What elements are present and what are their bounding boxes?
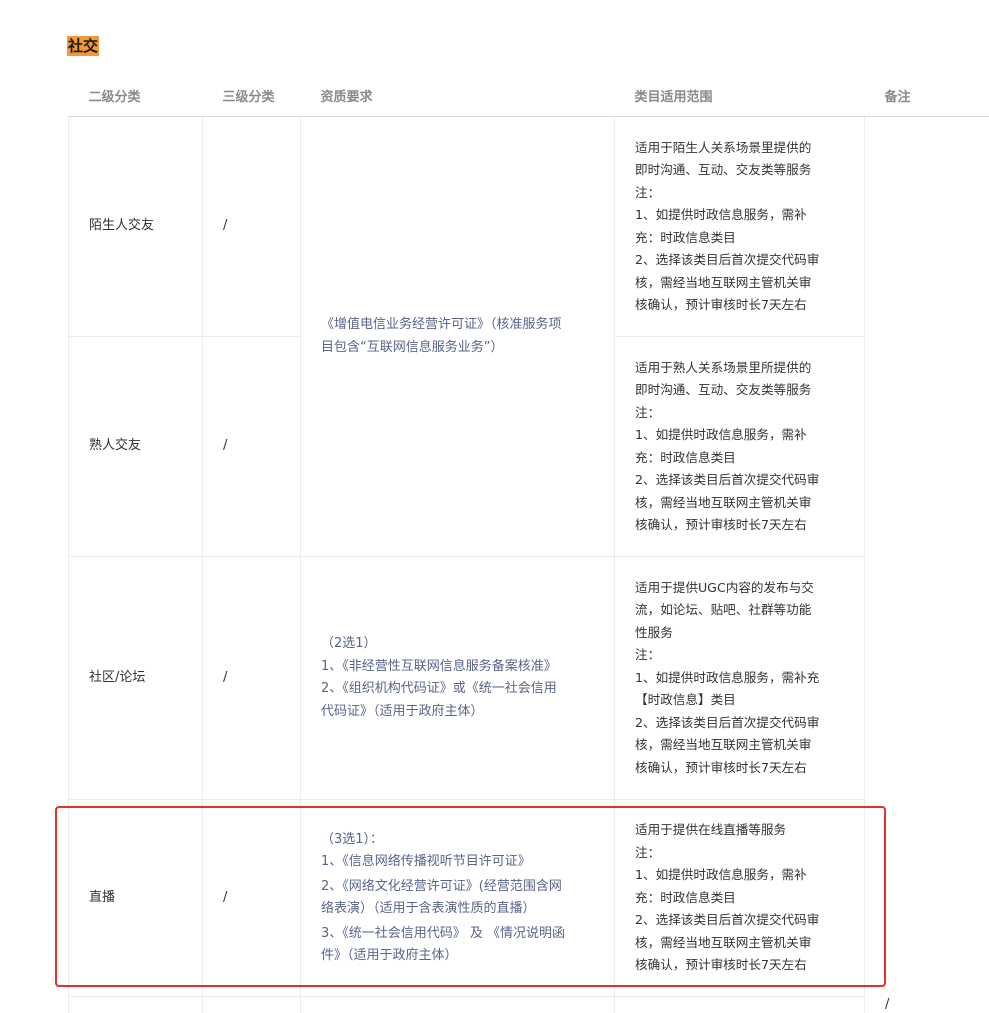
qualification-line: （3选1）： xyxy=(321,831,384,847)
scope-cell: 适用于提供UGC内容的发布与交 流，如论坛、贴吧、社群等功能 性服务 注： 1、… xyxy=(614,556,865,800)
header-level2-category: 二级分类 xyxy=(68,75,203,117)
scope-line: 适用于陌生人关系场景里提供的 xyxy=(635,139,812,155)
scope-line: 1、如提供时政信息服务，需补 xyxy=(635,867,807,883)
subcategory: / xyxy=(202,336,301,557)
subcategory: / xyxy=(202,799,301,997)
page: 社交 二级分类 三级分类 资质要求 类目适用范围 备注 陌生人交友 / 《增值电… xyxy=(0,0,989,1013)
scope-cell: 适用于提供在线直播等服务 注： 1、如提供时政信息服务，需补 充：时政信息类目 … xyxy=(614,799,865,997)
scope-line: 核，需经当地互联网主管机关审 xyxy=(635,737,812,753)
qualification-paragraph: 2、《网络文化经营许可证》(经营范围含网 络表演）（适用于含表演性质的直播） xyxy=(321,876,598,921)
scope-line: 1、如提供时政信息服务，需补 xyxy=(635,427,807,442)
scope-cell: 适用于熟人关系场景里所提供的 即时沟通、互动、交友类等服务 注： 1、如提供时政… xyxy=(614,336,865,557)
qualification-line: 《增值电信业务经营许可证》（核准服务项 xyxy=(321,317,562,332)
remark-slash: / xyxy=(885,997,890,1012)
scope-line: 注： xyxy=(635,184,661,200)
qualification-line: 1、《非经营性互联网信息服务备案核准》 xyxy=(321,658,557,674)
scope-line: 注： xyxy=(635,404,661,420)
scope-line: 核确认，预计审核时长7天左右 xyxy=(635,297,807,312)
scope-line: 2、选择该类目后首次提交代码审 xyxy=(635,472,820,487)
category-name: 熟人交友 xyxy=(68,336,203,557)
scope-line: 注： xyxy=(635,844,661,860)
category-name: 陌生人交友 xyxy=(68,116,203,337)
remark-cell xyxy=(865,557,989,800)
scope-line: 核确认，预计审核时长7天左右 xyxy=(635,517,807,532)
scope-line: 适用于提供在线直播等服务 xyxy=(635,822,787,838)
scope-line: 充：时政信息类目 xyxy=(635,449,736,465)
scope-line: 【时政信息】类目 xyxy=(635,692,736,708)
header-qualification: 资质要求 xyxy=(300,75,615,117)
scope-line: 性服务 xyxy=(635,624,673,640)
scope-line: 核确认，预计审核时长7天左右 xyxy=(635,759,807,775)
header-level3-category: 三级分类 xyxy=(202,75,301,117)
qualification-line: 络表演）（适用于含表演性质的直播） xyxy=(321,901,536,916)
table-row: 陌生人交友 / 《增值电信业务经营许可证》（核准服务项 目包含“互联网信息服务业… xyxy=(68,116,989,557)
remark-cell xyxy=(865,997,989,1013)
scope-line: 适用于熟人关系场景里所提供的 xyxy=(635,359,812,375)
subcategory xyxy=(202,996,301,1013)
scope-line: 充：时政信息类目 xyxy=(635,889,736,905)
scope-line: 1、如提供时政信息服务，需补 xyxy=(635,207,807,222)
scope-cell xyxy=(614,996,865,1013)
table-row xyxy=(68,996,989,1013)
scope-line: 1、如提供时政信息服务，需补充 xyxy=(635,669,820,685)
category-name: 直播 xyxy=(68,799,203,997)
scope-line: 注： xyxy=(635,647,661,663)
remark-cell xyxy=(865,337,989,557)
qualification-cell: 《增值电信业务经营许可证》（核准服务项 目包含“互联网信息服务业务”） xyxy=(300,116,615,557)
qualification-table: 二级分类 三级分类 资质要求 类目适用范围 备注 陌生人交友 / 《增值电信业务… xyxy=(68,75,989,1013)
header-scope: 类目适用范围 xyxy=(614,75,865,117)
qualification-line: （2选1） xyxy=(321,636,377,651)
scope-line: 核确认，预计审核时长7天左右 xyxy=(635,957,807,973)
subcategory: / xyxy=(202,556,301,800)
qualification-line: 2、《网络文化经营许可证》(经营范围含网 xyxy=(321,878,562,894)
qualification-line: 件》（适用于政府主体） xyxy=(321,948,458,963)
qualification-paragraph: （3选1）： 1、《信息网络传播视听节目许可证》 xyxy=(321,829,598,874)
scope-line: 2、选择该类目后首次提交代码审 xyxy=(635,714,820,730)
scope-line: 流，如论坛、贴吧、社群等功能 xyxy=(635,602,812,618)
table-row: 直播 / （3选1）： 1、《信息网络传播视听节目许可证》 2、《网络文化经营许… xyxy=(68,799,989,997)
qualification-line: 目包含“互联网信息服务业务”） xyxy=(321,339,504,355)
remark-cell xyxy=(865,800,989,997)
scope-line: 适用于提供UGC内容的发布与交 xyxy=(635,579,814,595)
scope-line: 核，需经当地互联网主管机关审 xyxy=(635,494,812,510)
category-name: 社区/论坛 xyxy=(68,556,203,800)
scope-line: 即时沟通、互动、交友类等服务 xyxy=(635,162,812,177)
category-name xyxy=(68,996,203,1013)
scope-cell: 适用于陌生人关系场景里提供的 即时沟通、互动、交友类等服务 注： 1、如提供时政… xyxy=(614,116,865,337)
table-header-row: 二级分类 三级分类 资质要求 类目适用范围 备注 xyxy=(68,75,989,117)
qualification-line: 2、《组织机构代码证》或《统一社会信用 xyxy=(321,681,557,696)
table-row: 社区/论坛 / （2选1） 1、《非经营性互联网信息服务备案核准》 2、《组织机… xyxy=(68,556,989,800)
qualification-line: 3、《统一社会信用代码》 及 《情况说明函 xyxy=(321,925,566,941)
scope-line: 充：时政信息类目 xyxy=(635,229,736,245)
scope-line: 核，需经当地互联网主管机关审 xyxy=(635,274,812,290)
header-remark: 备注 xyxy=(864,75,989,117)
section-title: 社交 xyxy=(67,36,100,56)
qualification-cell: （2选1） 1、《非经营性互联网信息服务备案核准》 2、《组织机构代码证》或《统… xyxy=(300,556,615,800)
subcategory: / xyxy=(202,116,301,337)
qualification-cell: （3选1）： 1、《信息网络传播视听节目许可证》 2、《网络文化经营许可证》(经… xyxy=(300,799,615,997)
qualification-line: 代码证》（适用于政府主体） xyxy=(321,703,484,719)
scope-line: 即时沟通、互动、交友类等服务 xyxy=(635,382,812,397)
qualification-cell xyxy=(300,996,615,1013)
qualification-paragraph: 3、《统一社会信用代码》 及 《情况说明函 件》（适用于政府主体） xyxy=(321,923,598,968)
scope-line: 2、选择该类目后首次提交代码审 xyxy=(635,252,820,267)
qualification-line: 1、《信息网络传播视听节目许可证》 xyxy=(321,854,531,869)
scope-line: 2、选择该类目后首次提交代码审 xyxy=(635,912,820,928)
remark-cell xyxy=(865,117,989,337)
scope-line: 核，需经当地互联网主管机关审 xyxy=(635,934,812,950)
